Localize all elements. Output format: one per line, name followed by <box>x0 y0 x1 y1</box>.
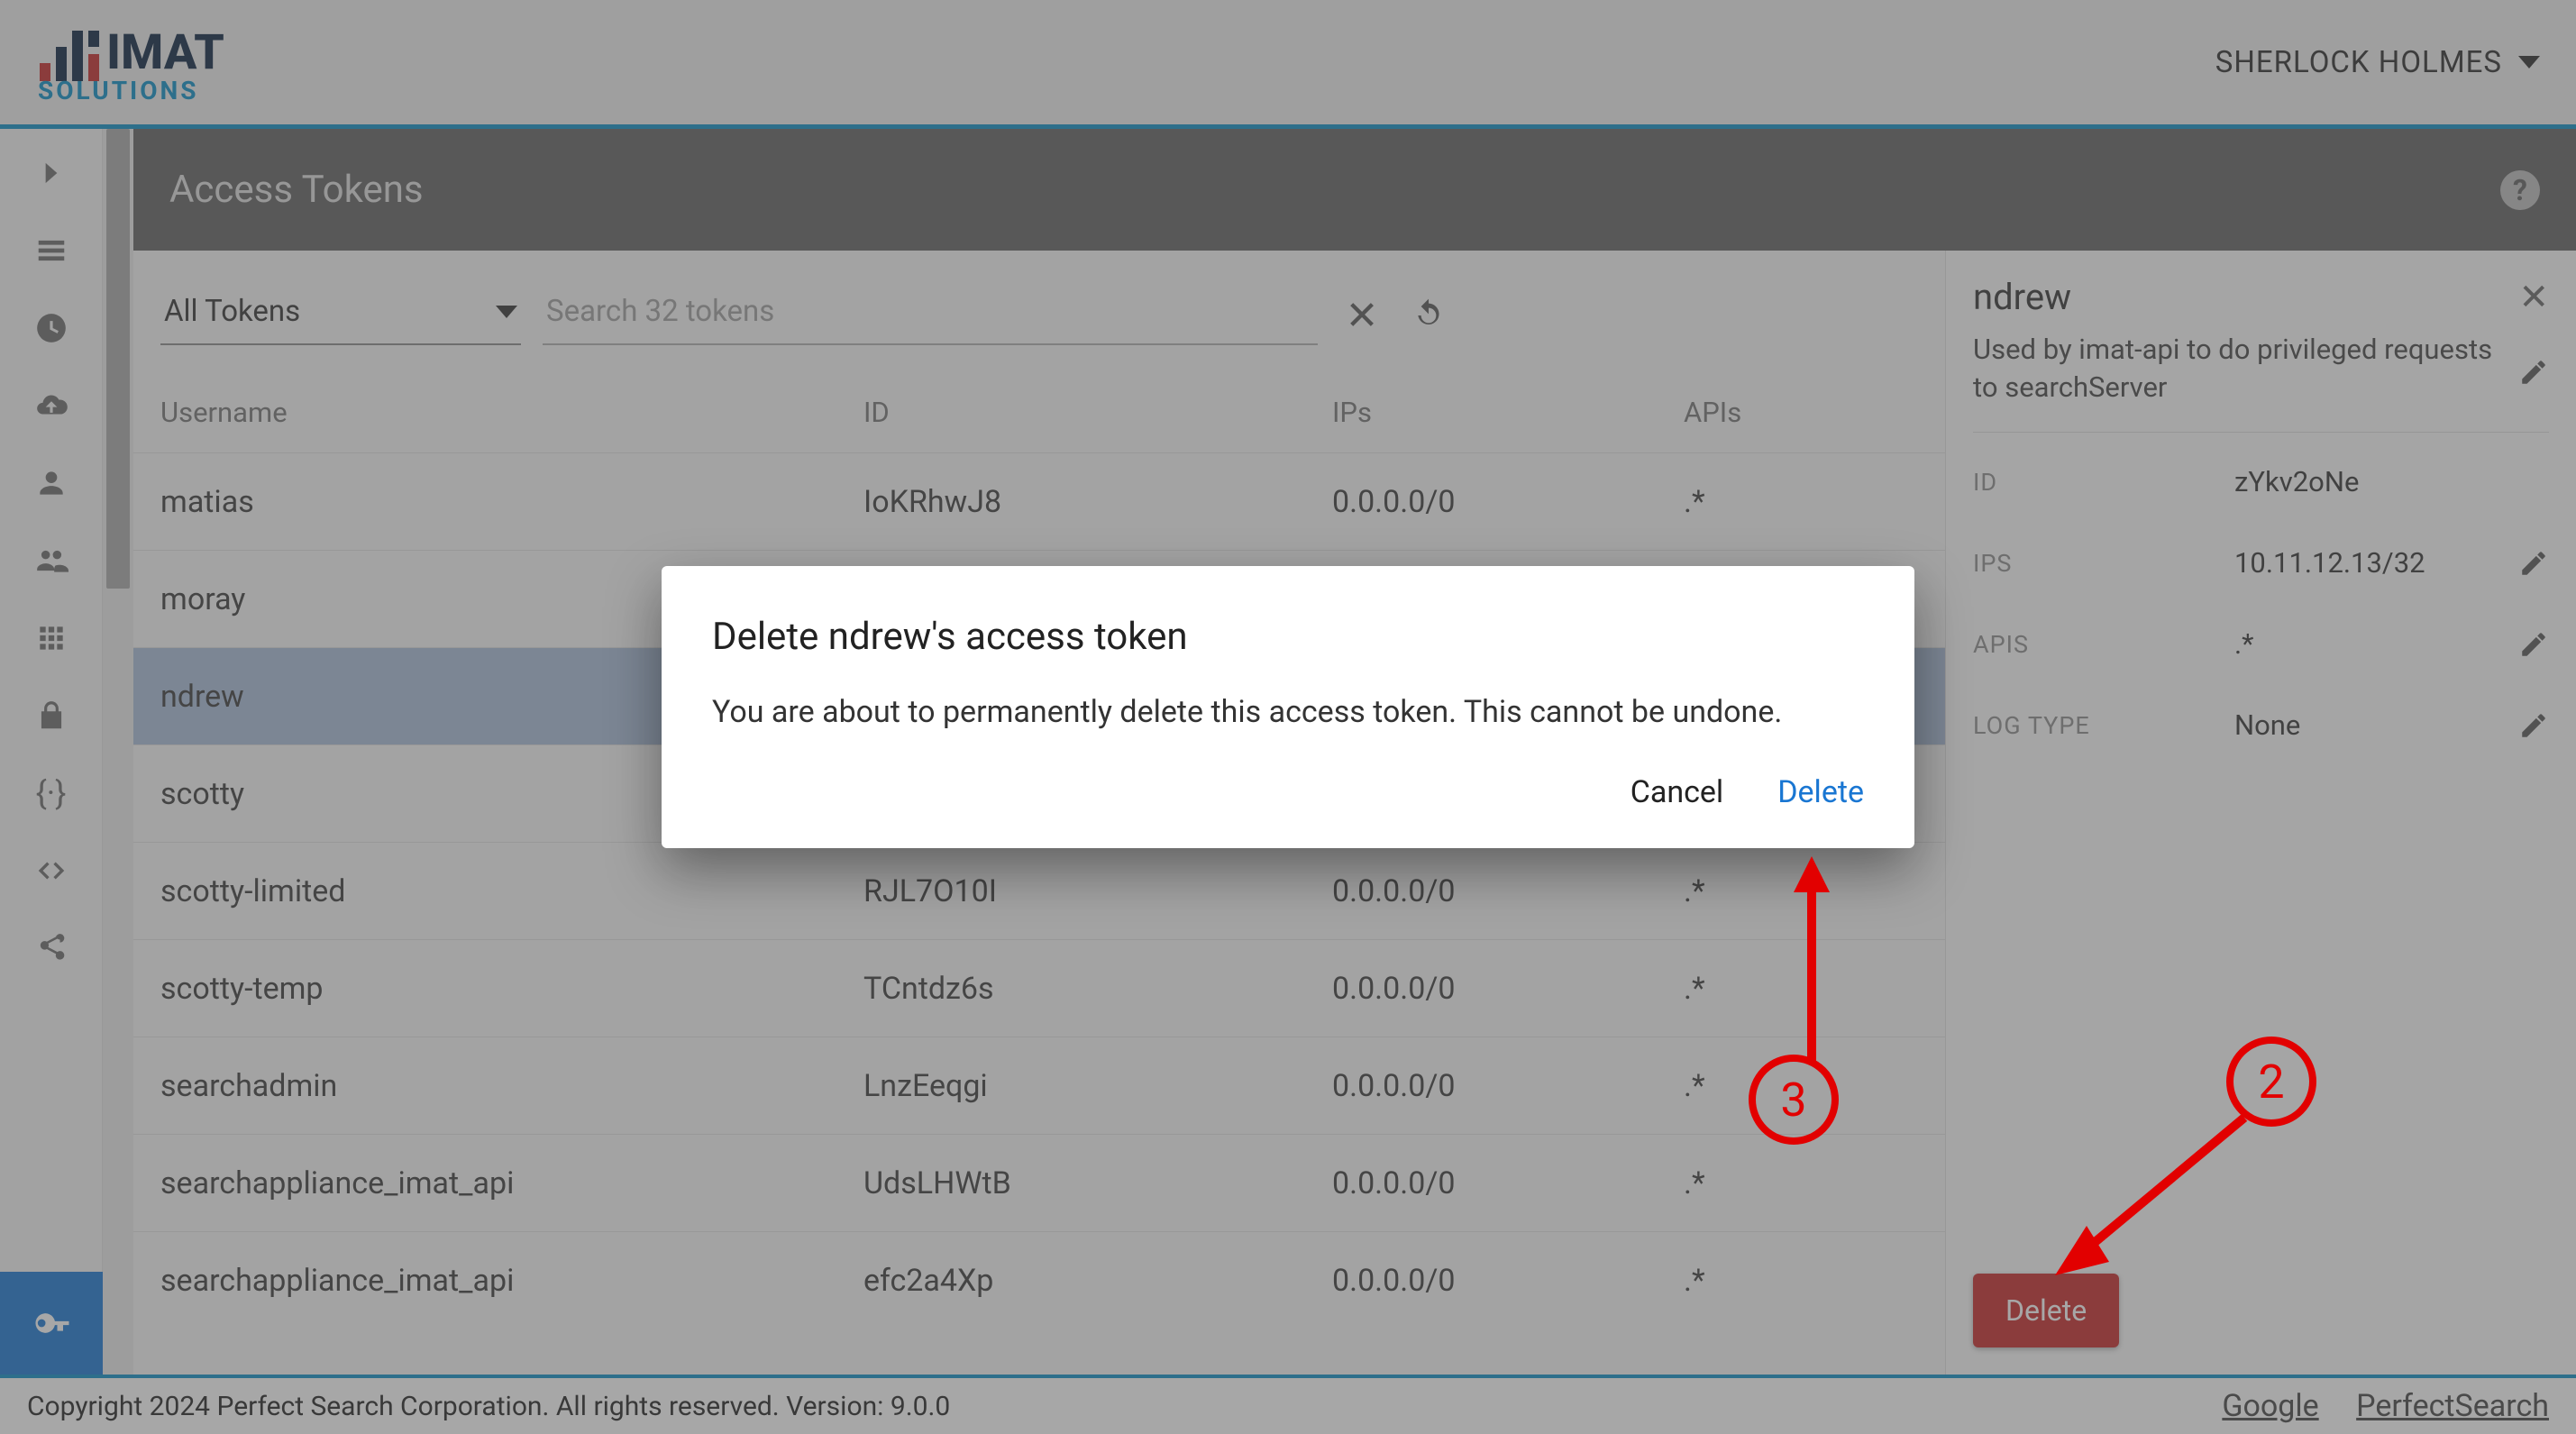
modal-title: Delete ndrew's access token <box>712 615 1864 659</box>
modal-body: You are about to permanently delete this… <box>712 691 1864 735</box>
annotation-arrow-3 <box>1776 856 1848 1073</box>
modal-cancel-button[interactable]: Cancel <box>1631 774 1724 810</box>
confirm-delete-modal: Delete ndrew's access token You are abou… <box>662 566 1914 848</box>
annotation-arrow-2 <box>2046 1109 2262 1289</box>
modal-delete-button[interactable]: Delete <box>1777 774 1864 810</box>
